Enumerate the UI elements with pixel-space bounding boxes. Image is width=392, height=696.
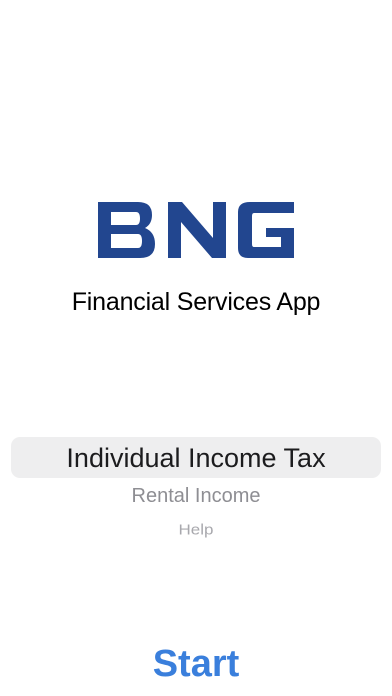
start-button[interactable]: Start	[96, 640, 296, 688]
app-title: Financial Services App	[71, 288, 321, 316]
picker-option-rental-income[interactable]: Rental Income	[0, 485, 392, 508]
option-picker[interactable]: Individual Income Tax Rental Income Help	[0, 436, 392, 556]
app-screen: Financial Services App Individual Income…	[0, 0, 392, 696]
picker-option-help[interactable]: Help	[0, 522, 392, 539]
picker-option-individual-income-tax[interactable]: Individual Income Tax	[0, 443, 392, 474]
bng-logo	[98, 202, 294, 258]
